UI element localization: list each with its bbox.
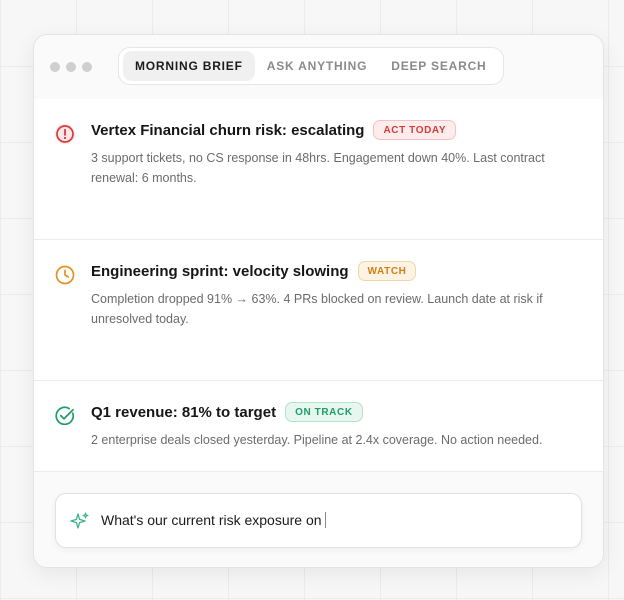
mode-tabs: MORNING BRIEF ASK ANYTHING DEEP SEARCH <box>118 47 504 85</box>
card-title: Q1 revenue: 81% to target <box>91 403 277 421</box>
window-dot-close[interactable] <box>50 62 60 72</box>
ask-input-value[interactable]: What's our current risk exposure on <box>101 512 326 528</box>
ask-input-text: What's our current risk exposure on <box>101 512 322 528</box>
text-caret <box>324 512 326 528</box>
status-badge: ON TRACK <box>285 402 363 422</box>
composer-area: What's our current risk exposure on <box>34 472 603 567</box>
window-dot-minimize[interactable] <box>66 62 76 72</box>
tab-morning-brief[interactable]: MORNING BRIEF <box>123 51 255 81</box>
card-title-row: Engineering sprint: velocity slowing WAT… <box>91 261 417 281</box>
card-title: Vertex Financial churn risk: escalating <box>91 121 365 139</box>
window-dot-maximize[interactable] <box>82 62 92 72</box>
app-window: MORNING BRIEF ASK ANYTHING DEEP SEARCH V… <box>33 34 604 568</box>
ask-input[interactable]: What's our current risk exposure on <box>55 493 582 548</box>
brief-card-q1-revenue[interactable]: Q1 revenue: 81% to target ON TRACK 2 ent… <box>34 381 603 472</box>
tab-deep-search[interactable]: DEEP SEARCH <box>379 51 498 81</box>
card-description: 2 enterprise deals closed yesterday. Pip… <box>91 433 543 447</box>
card-description: 3 support tickets, no CS response in 48h… <box>91 151 545 185</box>
sparkle-icon <box>70 511 90 531</box>
card-title-row: Q1 revenue: 81% to target ON TRACK <box>91 402 363 422</box>
alert-circle-icon <box>54 123 76 145</box>
status-badge: WATCH <box>357 261 417 281</box>
check-circle-icon <box>54 405 76 427</box>
brief-card-engineering-sprint[interactable]: Engineering sprint: velocity slowing WAT… <box>34 240 603 381</box>
card-title: Engineering sprint: velocity slowing <box>91 262 349 280</box>
card-title-row: Vertex Financial churn risk: escalating … <box>91 120 457 140</box>
tab-ask-anything[interactable]: ASK ANYTHING <box>255 51 380 81</box>
window-controls <box>50 62 92 72</box>
card-description: Completion dropped 91% → 63%. 4 PRs bloc… <box>91 292 543 326</box>
brief-card-churn-risk[interactable]: Vertex Financial churn risk: escalating … <box>34 99 603 240</box>
status-badge: ACT TODAY <box>373 120 457 140</box>
title-bar: MORNING BRIEF ASK ANYTHING DEEP SEARCH <box>34 35 603 100</box>
clock-icon <box>54 264 76 286</box>
